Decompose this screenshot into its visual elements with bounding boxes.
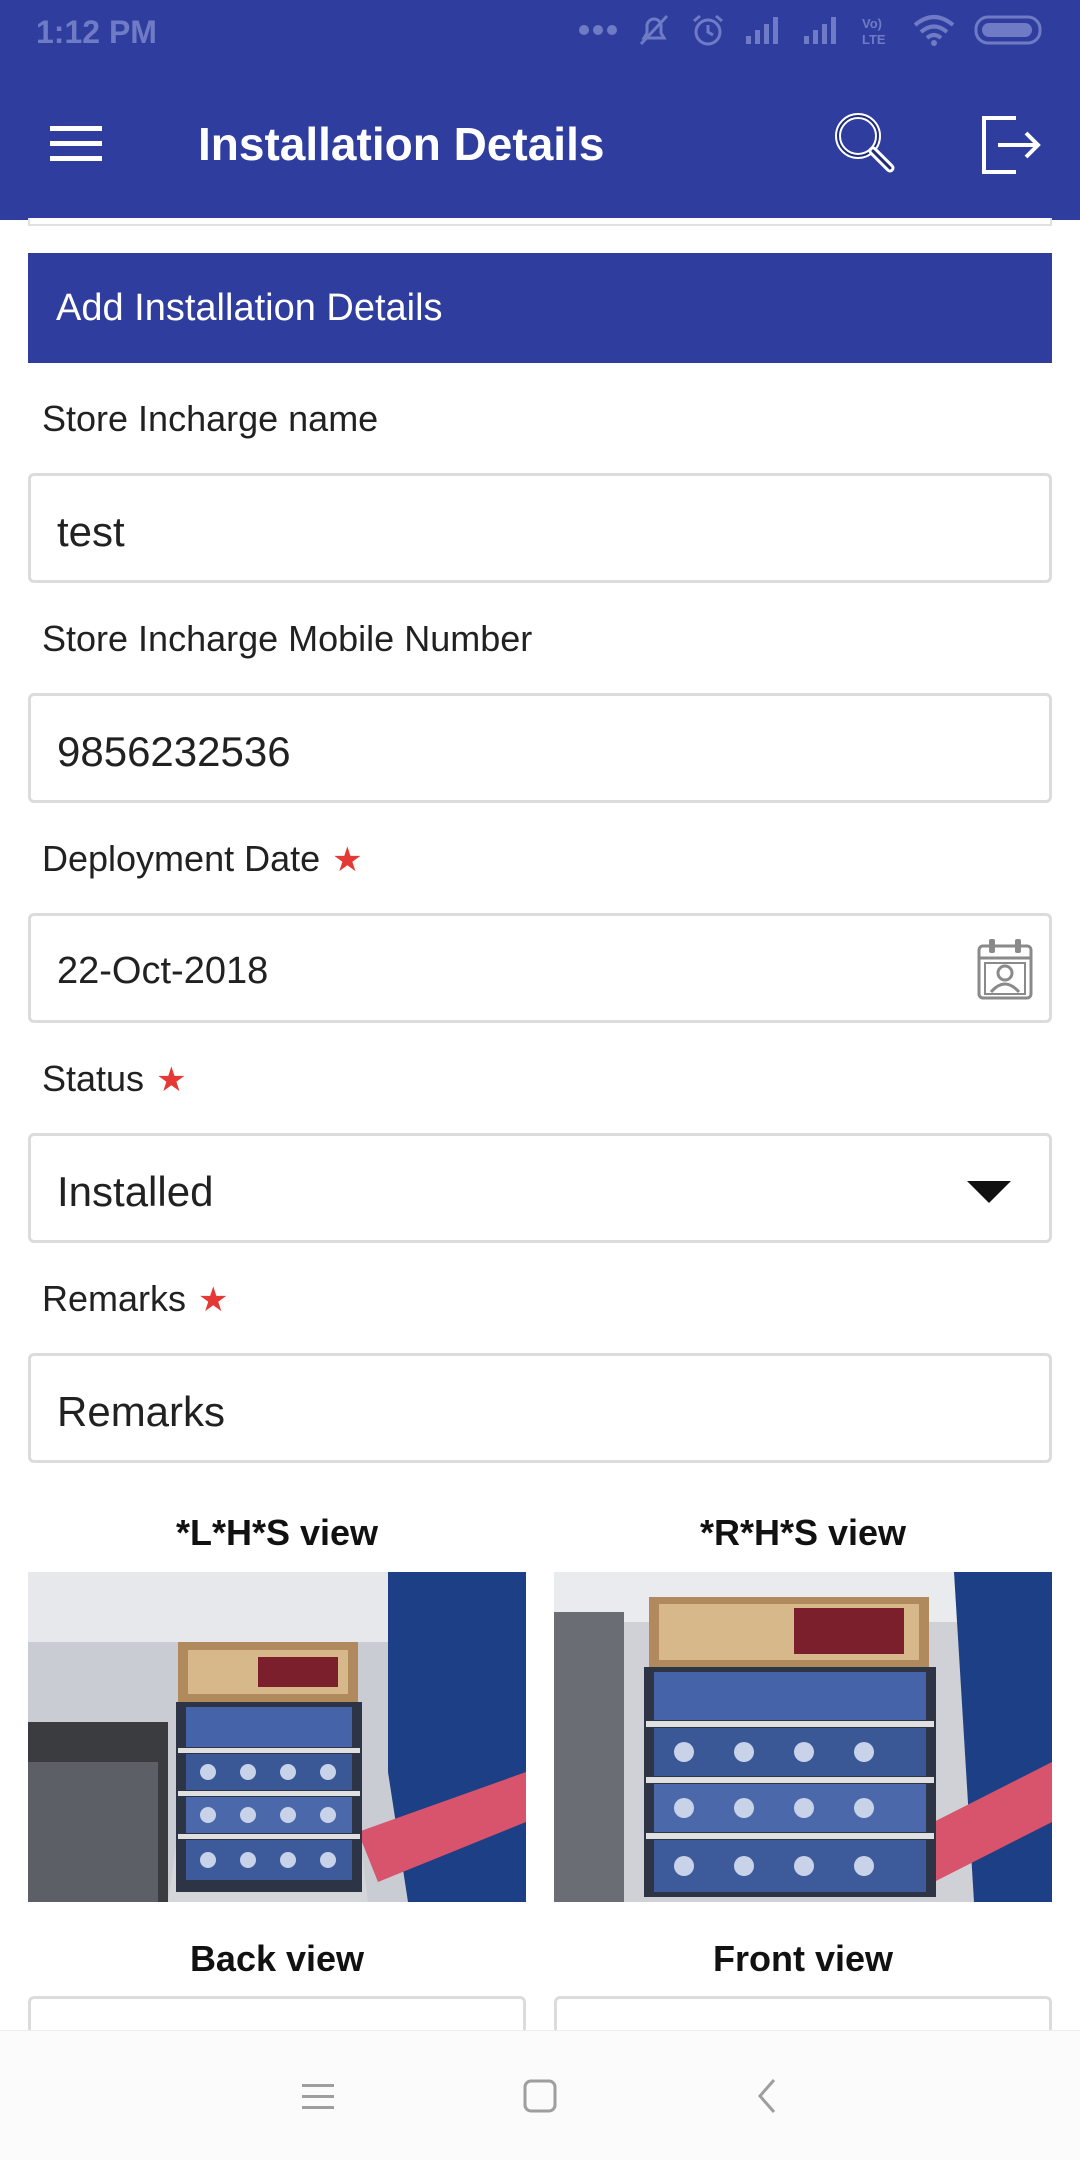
status-time: 1:12 PM [36, 14, 157, 50]
back-button[interactable] [738, 2066, 798, 2126]
status-bar: 1:12 PM Vo) LTE [0, 0, 1080, 66]
home-icon [523, 2079, 557, 2113]
calendar-button[interactable] [975, 936, 1037, 1007]
deployment-date-field[interactable]: 22-Oct-2018 [28, 913, 1052, 1023]
rhs-view-photo[interactable] [554, 1572, 1052, 1902]
page-title: Installation Details [198, 118, 605, 170]
status-label: Status [42, 1058, 145, 1099]
back-icon [758, 2079, 776, 2113]
store-incharge-mobile-label: Store Incharge Mobile Number [42, 618, 533, 659]
signal-icon [746, 17, 778, 44]
status-label-row: Status ★ [42, 1058, 187, 1100]
front-view-label: Front view [712, 1938, 894, 1979]
battery-icon [974, 15, 1042, 45]
logout-icon [982, 116, 1041, 174]
deployment-date-label-row: Deployment Date ★ [42, 838, 363, 880]
remarks-label: Remarks [42, 1278, 187, 1319]
store-incharge-mobile-field[interactable]: 9856232536 [28, 693, 1052, 803]
more-dots-icon [579, 25, 617, 35]
wifi-icon [913, 15, 955, 46]
hamburger-menu-icon [50, 126, 102, 161]
home-button[interactable] [510, 2066, 570, 2126]
remarks-placeholder: Remarks [57, 1388, 226, 1435]
menu-button[interactable] [42, 116, 112, 172]
status-icons: Vo) LTE [578, 12, 1044, 48]
status-selected-value: Installed [57, 1168, 214, 1215]
previous-card-edge [28, 218, 1052, 226]
search-button[interactable] [826, 106, 906, 182]
lhs-view-photo[interactable] [28, 1572, 526, 1902]
signal-icon [804, 17, 836, 44]
remarks-field[interactable]: Remarks [28, 1353, 1052, 1463]
store-incharge-mobile-value: 9856232536 [57, 728, 291, 775]
mute-icon [639, 14, 669, 46]
logout-button[interactable] [976, 106, 1048, 182]
volte-icon: Vo)LTE [862, 16, 886, 47]
store-incharge-name-label: Store Incharge name [42, 398, 379, 439]
section-title: Add Installation Details [56, 287, 443, 329]
deployment-date-value: 22-Oct-2018 [57, 950, 269, 992]
calendar-icon [977, 939, 1033, 1000]
lhs-view-label: *L*H*S view [175, 1512, 379, 1553]
required-star-icon: ★ [198, 1281, 229, 1319]
section-header: Add Installation Details [28, 253, 1052, 363]
system-nav-bar [0, 2030, 1080, 2160]
search-icon [835, 113, 895, 173]
required-star-icon: ★ [156, 1061, 187, 1099]
store-incharge-name-field[interactable]: test [28, 473, 1052, 583]
required-star-icon: ★ [332, 841, 363, 879]
rhs-view-label: *R*H*S view [699, 1512, 907, 1553]
app-bar: Installation Details [0, 66, 1080, 220]
status-dropdown[interactable]: Installed [28, 1133, 1052, 1243]
svg-text:Vo): Vo) [862, 16, 882, 31]
store-incharge-name-value: test [57, 508, 125, 555]
back-view-label: Back view [189, 1938, 365, 1979]
recent-apps-icon [302, 2084, 334, 2109]
deployment-date-label: Deployment Date [42, 838, 321, 879]
alarm-icon [693, 14, 723, 46]
recent-apps-button[interactable] [288, 2066, 348, 2126]
svg-text:LTE: LTE [862, 32, 886, 47]
dropdown-arrow-icon [967, 1181, 1011, 1203]
remarks-label-row: Remarks ★ [42, 1278, 229, 1320]
